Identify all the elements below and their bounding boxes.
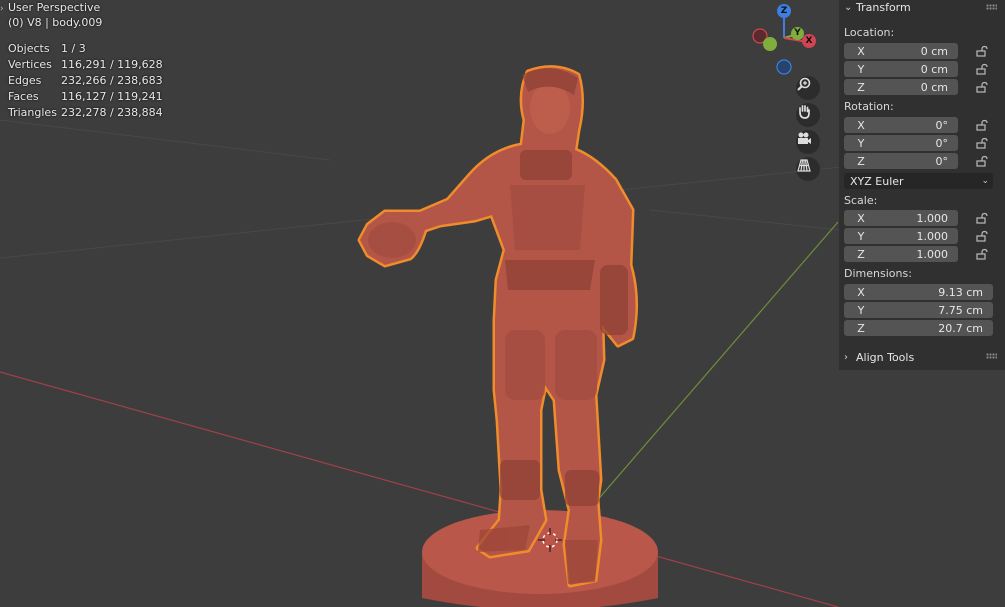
scale-z-field[interactable]: Z 1.000	[844, 246, 958, 262]
rotation-x-field[interactable]: X 0°	[844, 117, 958, 133]
rotation-mode-value: XYZ Euler	[850, 174, 904, 188]
chevron-right-icon[interactable]: ›	[0, 4, 4, 14]
field-value: 0 cm	[920, 62, 948, 76]
chevron-down-icon: ⌄	[981, 176, 989, 186]
hand-icon	[799, 105, 810, 119]
properties-sidebar: ⌄ Transform Location: X0 cm Y0 cm Z0 cm …	[839, 0, 1005, 370]
unlock-icon[interactable]	[976, 63, 988, 75]
stat-key: Objects	[8, 42, 50, 55]
unlock-icon[interactable]	[976, 81, 988, 93]
unlock-icon[interactable]	[976, 45, 988, 57]
stat-row: Faces 116,127 / 119,241	[8, 89, 163, 105]
camera-view-button[interactable]	[796, 130, 820, 154]
location-label: Location:	[844, 26, 895, 39]
stat-value: 116,291 / 119,628	[61, 58, 163, 71]
stat-row: Vertices 116,291 / 119,628	[8, 57, 163, 73]
scale-label: Scale:	[844, 194, 878, 207]
stat-row: Edges 232,266 / 238,683	[8, 73, 163, 89]
unlock-icon[interactable]	[976, 137, 988, 149]
unlock-icon[interactable]	[976, 155, 988, 167]
unlock-icon[interactable]	[976, 119, 988, 131]
perspective-toggle-button[interactable]	[796, 157, 820, 181]
unlock-icon[interactable]	[976, 212, 988, 224]
stat-row: Objects 1 / 3	[8, 41, 163, 57]
field-value: 0°	[935, 118, 949, 132]
field-value: 0 cm	[920, 80, 948, 94]
field-value: 1.000	[916, 247, 949, 261]
field-value: 1.000	[916, 211, 949, 225]
field-value: 7.75 cm	[938, 303, 983, 317]
scale-x-field[interactable]: X 1.000	[844, 210, 958, 226]
field-value: 9.13 cm	[938, 285, 983, 299]
axis-label: Z	[857, 80, 865, 94]
rotation-label: Rotation:	[844, 100, 894, 113]
view-title: User Perspective	[8, 1, 101, 14]
dimensions-label: Dimensions:	[844, 267, 912, 280]
gizmo-z-label[interactable]: Z	[777, 4, 791, 18]
transform-title: Transform	[856, 0, 911, 14]
stat-key: Faces	[8, 90, 39, 103]
zoom-icon	[797, 77, 811, 91]
field-value: 1.000	[916, 229, 949, 243]
scale-y-field[interactable]: Y 1.000	[844, 228, 958, 244]
location-z-field[interactable]: Z 0 cm	[844, 79, 958, 95]
unlock-icon[interactable]	[976, 248, 988, 260]
chevron-down-icon: ⌄	[844, 1, 853, 13]
stat-value: 232,278 / 238,884	[61, 106, 163, 119]
axis-label: X	[857, 118, 865, 132]
active-object-info: (0) V8 | body.009	[8, 16, 103, 29]
stat-value: 1 / 3	[61, 42, 86, 55]
drag-handle-icon[interactable]	[986, 353, 997, 359]
character-model[interactable]	[357, 65, 639, 588]
camera-icon	[798, 132, 811, 144]
field-value: 0°	[935, 136, 949, 150]
axis-label: Z	[857, 247, 865, 261]
grid-icon	[797, 159, 811, 172]
x-axis-line	[0, 371, 839, 607]
rotation-y-field[interactable]: Y 0°	[844, 135, 958, 151]
dimensions-z-field[interactable]: Z 20.7 cm	[844, 320, 993, 336]
rotation-mode-select[interactable]: XYZ Euler ⌄	[844, 173, 993, 189]
stat-value: 232,266 / 238,683	[61, 74, 163, 87]
dimensions-y-field[interactable]: Y 7.75 cm	[844, 302, 993, 318]
zoom-button[interactable]	[796, 76, 820, 100]
axis-label: X	[857, 44, 865, 58]
pan-button[interactable]	[796, 103, 820, 127]
location-x-field[interactable]: X 0 cm	[844, 43, 958, 59]
gizmo-x-label[interactable]: X	[802, 34, 816, 48]
axis-label: Y	[857, 136, 865, 150]
axis-label: Y	[857, 62, 865, 76]
drag-handle-icon[interactable]	[986, 4, 997, 10]
stat-key: Vertices	[8, 58, 52, 71]
axis-label: Z	[857, 321, 865, 335]
axis-label: Y	[857, 229, 865, 243]
field-value: 20.7 cm	[938, 321, 983, 335]
location-y-field[interactable]: Y 0 cm	[844, 61, 958, 77]
align-tools-title: Align Tools	[856, 350, 915, 364]
axis-label: X	[857, 285, 865, 299]
field-value: 0 cm	[920, 44, 948, 58]
stat-key: Triangles	[8, 106, 57, 119]
dimensions-x-field[interactable]: X 9.13 cm	[844, 284, 993, 300]
axis-label: Z	[857, 154, 865, 168]
navigation-gizmo[interactable]	[752, 14, 809, 75]
rotation-z-field[interactable]: Z 0°	[844, 153, 958, 169]
axis-label: Y	[857, 303, 865, 317]
chevron-right-icon: ›	[844, 351, 848, 363]
unlock-icon[interactable]	[976, 230, 988, 242]
stat-value: 116,127 / 119,241	[61, 90, 163, 103]
align-tools-panel-header[interactable]: › Align Tools	[839, 349, 1005, 365]
stat-key: Edges	[8, 74, 42, 87]
scene-statistics: Objects 1 / 3 Vertices 116,291 / 119,628 E…	[8, 41, 163, 121]
axis-label: X	[857, 211, 865, 225]
transform-panel-header[interactable]: ⌄ Transform	[839, 0, 1005, 14]
stat-row: Triangles 232,278 / 238,884	[8, 105, 163, 121]
field-value: 0°	[935, 154, 949, 168]
